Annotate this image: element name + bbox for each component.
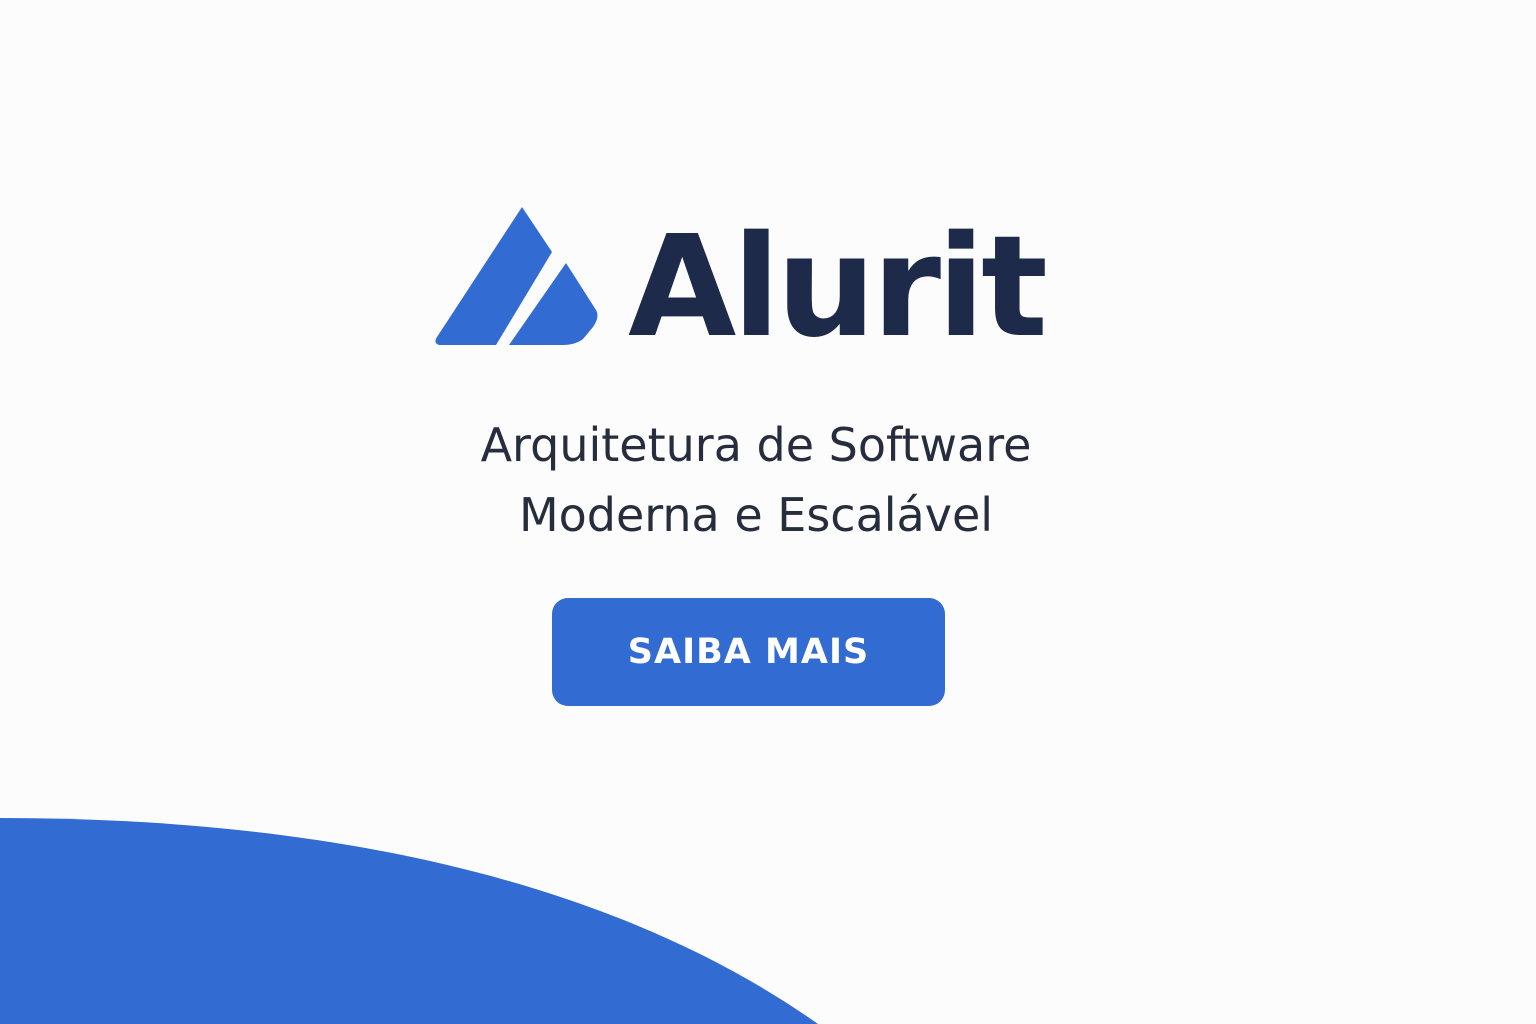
saiba-mais-button[interactable]: SAIBA MAIS bbox=[552, 598, 945, 706]
triangle-logo-icon bbox=[435, 207, 598, 345]
tagline-line-2: Moderna e Escalável bbox=[518, 488, 994, 542]
brand-name: Alurit bbox=[628, 206, 1048, 369]
brand-logo: Alurit bbox=[432, 205, 1048, 363]
tagline-line-1: Arquitetura de Software bbox=[480, 418, 1032, 472]
